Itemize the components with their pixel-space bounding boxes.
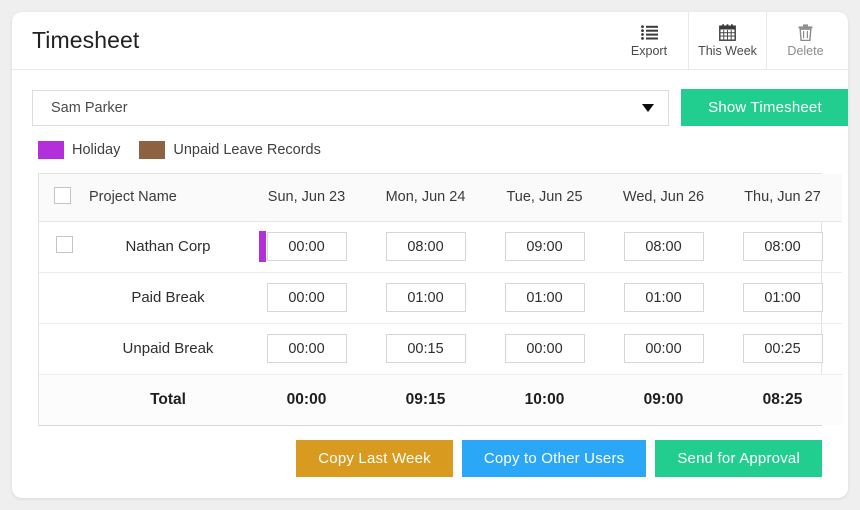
time-cell xyxy=(723,272,842,324)
copy-to-other-users-button[interactable]: Copy to Other Users xyxy=(461,440,647,477)
send-for-approval-button[interactable]: Send for Approval xyxy=(655,440,822,477)
select-all-header xyxy=(39,174,89,222)
time-input[interactable] xyxy=(742,334,823,363)
table-row: Paid Break xyxy=(39,272,842,324)
row-select-cell xyxy=(39,323,89,375)
legend-item-holiday: Holiday xyxy=(38,141,120,159)
table-header-row: Project Name Sun, Jun 23 Mon, Jun 24 Tue… xyxy=(39,174,842,222)
row-label: Nathan Corp xyxy=(89,221,247,273)
time-input[interactable] xyxy=(385,283,466,312)
time-cell xyxy=(485,323,604,375)
time-cell xyxy=(366,221,485,273)
time-input[interactable] xyxy=(385,232,466,261)
user-select-value: Sam Parker xyxy=(51,99,128,116)
chevron-down-icon xyxy=(642,103,654,112)
time-cell xyxy=(485,272,604,324)
column-header-day-2: Tue, Jun 25 xyxy=(485,174,604,222)
export-button[interactable]: Export xyxy=(610,12,688,69)
page-title: Timesheet xyxy=(32,27,140,53)
header-toolbar: Export This Week Delete xyxy=(610,12,844,69)
time-input[interactable] xyxy=(623,232,704,261)
time-cell xyxy=(723,221,842,273)
time-cell xyxy=(366,272,485,324)
table-body: Nathan Corp 00:00 08:00 09:00 08:00 08:0… xyxy=(39,221,842,425)
unpaid-leave-swatch xyxy=(139,141,166,159)
total-value: 10:00 xyxy=(485,373,604,425)
total-value: 00:00 xyxy=(247,373,366,425)
time-cell xyxy=(604,221,723,273)
time-cell xyxy=(485,221,604,273)
column-header-day-1: Mon, Jun 24 xyxy=(366,174,485,222)
this-week-button[interactable]: This Week xyxy=(688,12,766,69)
row-select-cell xyxy=(39,272,89,324)
total-select-cell xyxy=(39,373,89,425)
time-cell xyxy=(247,323,366,375)
time-cell xyxy=(723,323,842,375)
holiday-marker xyxy=(258,231,266,262)
time-cell xyxy=(366,323,485,375)
time-input[interactable] xyxy=(623,334,704,363)
column-header-day-4: Thu, Jun 27 xyxy=(723,174,842,222)
table-head: Project Name Sun, Jun 23 Mon, Jun 24 Tue… xyxy=(39,174,842,222)
card-header: Timesheet Export This Week Delete xyxy=(12,12,848,70)
time-cell xyxy=(604,272,723,324)
export-label: Export xyxy=(630,43,668,58)
time-input[interactable] xyxy=(504,334,585,363)
total-label: Total xyxy=(89,373,247,425)
time-input[interactable] xyxy=(742,283,823,312)
legend-item-unpaid-leave: Unpaid Leave Records xyxy=(139,141,321,159)
this-week-label: This Week xyxy=(698,43,757,58)
total-value: 09:00 xyxy=(604,373,723,425)
time-cell xyxy=(247,272,366,324)
time-input[interactable] xyxy=(385,334,466,363)
row-label: Paid Break xyxy=(89,272,247,324)
time-cell xyxy=(604,323,723,375)
delete-label: Delete xyxy=(787,43,824,58)
column-header-project-name: Project Name xyxy=(89,174,247,222)
time-input[interactable] xyxy=(266,334,347,363)
copy-last-week-button[interactable]: Copy Last Week xyxy=(296,440,453,477)
row-select-cell xyxy=(39,221,89,273)
row-label: Unpaid Break xyxy=(89,323,247,375)
time-input[interactable] xyxy=(742,232,823,261)
time-input[interactable] xyxy=(266,232,347,261)
delete-button[interactable]: Delete xyxy=(766,12,844,69)
holiday-swatch xyxy=(38,141,64,159)
timesheet-table-wrapper: Project Name Sun, Jun 23 Mon, Jun 24 Tue… xyxy=(38,173,842,426)
column-header-day-3: Wed, Jun 26 xyxy=(604,174,723,222)
time-input[interactable] xyxy=(504,283,585,312)
timesheet-table: Project Name Sun, Jun 23 Mon, Jun 24 Tue… xyxy=(39,174,842,425)
table-row: Unpaid Break xyxy=(39,323,842,375)
trash-icon xyxy=(798,24,813,42)
selector-row: Sam Parker Show Timesheet xyxy=(32,89,848,126)
legend: Holiday Unpaid Leave Records xyxy=(38,141,848,159)
time-input[interactable] xyxy=(266,283,347,312)
table-total-row: Total 00:00 09:15 10:00 09:00 08:25 xyxy=(39,373,842,425)
time-input[interactable] xyxy=(504,232,585,261)
legend-label-holiday: Holiday xyxy=(72,142,121,158)
column-header-day-0: Sun, Jun 23 xyxy=(247,174,366,222)
time-cell xyxy=(247,221,366,273)
total-value: 09:15 xyxy=(366,373,485,425)
user-select[interactable]: Sam Parker xyxy=(32,89,669,126)
table-row: Nathan Corp xyxy=(39,221,842,273)
show-timesheet-button[interactable]: Show Timesheet xyxy=(681,89,848,126)
total-value: 08:25 xyxy=(723,373,842,425)
timesheet-card: Timesheet Export This Week Delete Sam Pa… xyxy=(12,12,848,498)
select-all-checkbox[interactable] xyxy=(54,186,71,204)
list-icon xyxy=(640,24,658,42)
legend-label-unpaid-leave: Unpaid Leave Records xyxy=(173,142,321,158)
row-checkbox[interactable] xyxy=(55,235,73,253)
calendar-icon xyxy=(719,24,736,42)
time-input[interactable] xyxy=(623,283,704,312)
footer-actions: Copy Last Week Copy to Other Users Send … xyxy=(38,440,822,477)
